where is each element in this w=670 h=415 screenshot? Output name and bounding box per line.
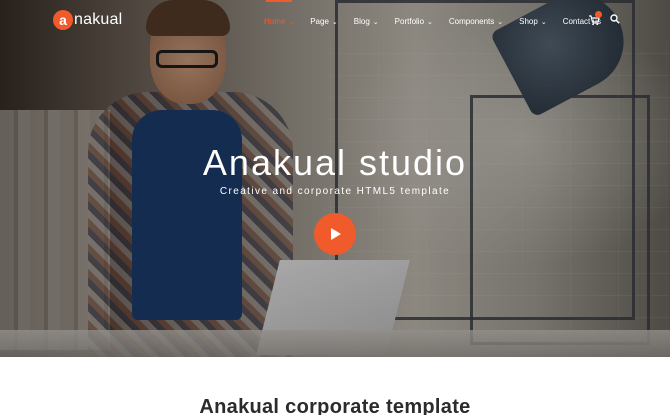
chevron-down-icon: ⌄ [372,18,379,26]
nav-item-blog[interactable]: Blog ⌄ [346,0,387,42]
search-icon[interactable] [610,14,620,24]
nav-item-portfolio[interactable]: Portfolio ⌄ [387,0,441,42]
play-icon [331,228,341,240]
section-title: Anakual corporate template [199,396,471,415]
nav-item-label: Page [310,16,329,26]
main-nav: Home ⌄ Page ⌄ Blog ⌄ Portfolio ⌄ Components ⌄… [256,0,609,42]
nav-item-page[interactable]: Page ⌄ [302,0,346,42]
play-button[interactable] [314,213,356,255]
chevron-down-icon: ⌄ [288,18,295,26]
chevron-down-icon: ⌄ [540,18,547,26]
nav-item-components[interactable]: Components ⌄ [441,0,511,42]
logo[interactable]: a nakual [53,10,122,30]
logo-mark: a [53,10,73,30]
nav-item-contact-us[interactable]: Contact us [555,0,609,42]
nav-item-label: Shop [519,16,538,26]
cart-badge [595,11,602,18]
chevron-down-icon: ⌄ [331,18,338,26]
hero-subtitle: Creative and corporate HTML5 template [219,186,451,197]
chevron-down-icon: ⌄ [497,18,504,26]
chevron-down-icon: ⌄ [427,18,433,26]
nav-item-label: Portfolio [394,16,425,26]
nav-item-shop[interactable]: Shop ⌄ [511,0,555,42]
nav-item-home[interactable]: Home ⌄ [256,0,302,42]
nav-item-label: Components [448,16,495,26]
nav-item-label: Home [264,16,286,26]
nav-item-label: Blog [353,16,370,26]
hero-title: Anakual studio [202,142,468,183]
logo-text: nakual [74,11,123,28]
navbar: a nakual Home ⌄ Page ⌄ Blog ⌄ Portfolio ⌄ Co… [0,0,670,42]
